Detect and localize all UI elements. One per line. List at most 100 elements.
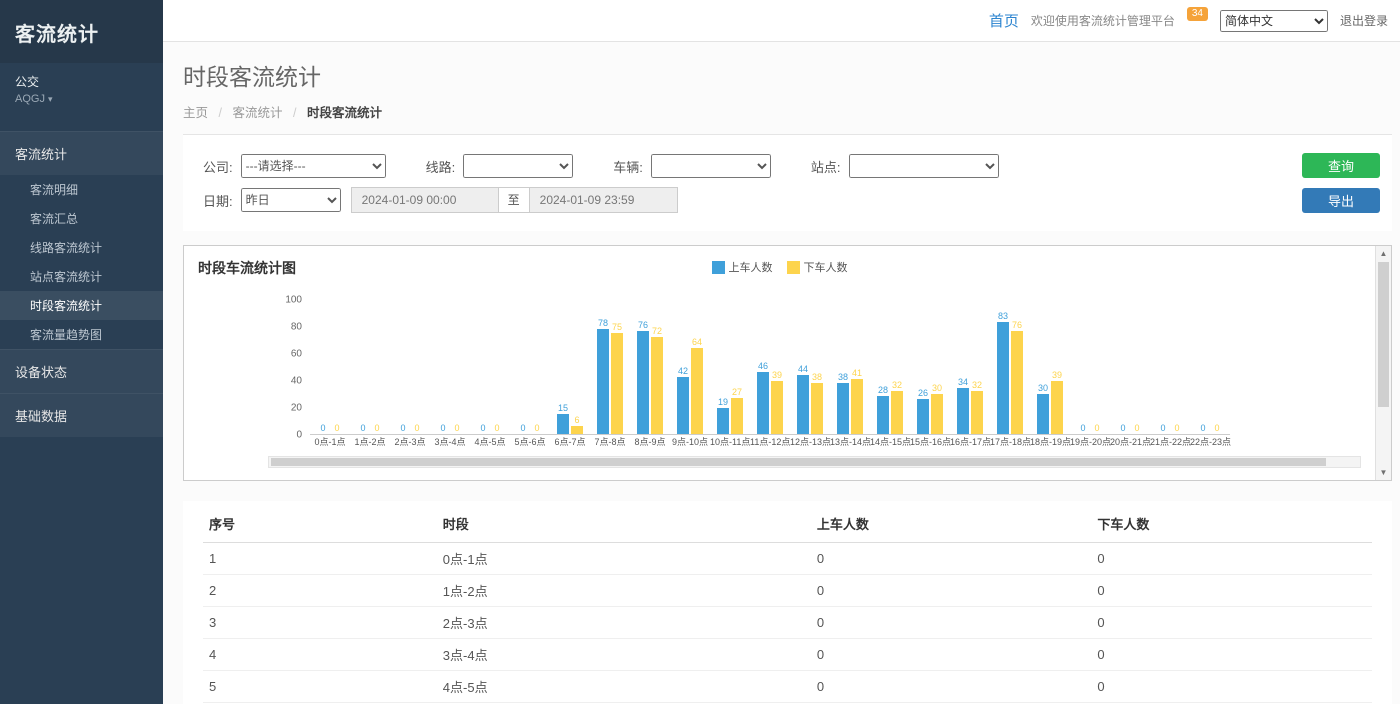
- notification-badge[interactable]: 34: [1187, 7, 1208, 21]
- chart-horizontal-scrollbar[interactable]: [268, 456, 1361, 468]
- legend-item-1[interactable]: 下车人数: [787, 259, 848, 275]
- legend-item-0[interactable]: 上车人数: [712, 259, 773, 275]
- bar[interactable]: 39: [1051, 300, 1064, 434]
- table-cell: 0点-1点: [437, 543, 811, 575]
- sidebar-section-1[interactable]: 设备状态: [0, 349, 163, 393]
- date-end-input[interactable]: [530, 187, 678, 213]
- bar[interactable]: 0: [1197, 300, 1210, 434]
- org-selector[interactable]: AQGJ▾: [15, 93, 148, 105]
- bar[interactable]: 0: [1131, 300, 1144, 434]
- bar-group-11: 4639: [750, 300, 790, 434]
- bar[interactable]: 44: [797, 300, 810, 434]
- bar-rect: [971, 391, 983, 434]
- sidebar-item-0-3[interactable]: 站点客流统计: [0, 262, 163, 291]
- scroll-up-icon[interactable]: ▲: [1376, 249, 1391, 258]
- x-axis-labels: 0点-1点1点-2点2点-3点3点-4点4点-5点5点-6点6点-7点7点-8点…: [310, 435, 1230, 450]
- bar-group-14: 2832: [870, 300, 910, 434]
- bar[interactable]: 76: [1011, 300, 1024, 434]
- bar[interactable]: 0: [1171, 300, 1184, 434]
- bar[interactable]: 0: [371, 300, 384, 434]
- bar[interactable]: 75: [611, 300, 624, 434]
- bar[interactable]: 30: [1037, 300, 1050, 434]
- y-axis: 020406080100: [268, 300, 310, 435]
- bar[interactable]: 0: [1077, 300, 1090, 434]
- bar-group-13: 3841: [830, 300, 870, 434]
- topbar: 首页 欢迎使用客流统计管理平台 34 简体中文 退出登录: [163, 0, 1400, 42]
- bar-rect: [771, 381, 783, 434]
- bar-rect: [997, 322, 1009, 434]
- sidebar-item-0-0[interactable]: 客流明细: [0, 175, 163, 204]
- query-button[interactable]: 查询: [1302, 153, 1380, 178]
- bar-rect: [637, 331, 649, 434]
- sidebar-item-0-2[interactable]: 线路客流统计: [0, 233, 163, 262]
- bar[interactable]: 26: [917, 300, 930, 434]
- language-select[interactable]: 简体中文: [1220, 10, 1328, 32]
- bar-group-10: 1927: [710, 300, 750, 434]
- bar[interactable]: 64: [691, 300, 704, 434]
- station-select[interactable]: [849, 154, 999, 178]
- x-axis-label: 5点-6点: [510, 435, 550, 450]
- line-select[interactable]: [463, 154, 573, 178]
- bar-value-label: 19: [718, 397, 728, 408]
- bar[interactable]: 83: [997, 300, 1010, 434]
- bar[interactable]: 0: [317, 300, 330, 434]
- date-preset-select[interactable]: 昨日: [241, 188, 341, 212]
- bar[interactable]: 0: [517, 300, 530, 434]
- sidebar-section-0[interactable]: 客流统计: [0, 131, 163, 175]
- bar[interactable]: 30: [931, 300, 944, 434]
- bar[interactable]: 0: [1091, 300, 1104, 434]
- breadcrumb-passenger-stats[interactable]: 客流统计: [232, 106, 282, 120]
- bar[interactable]: 41: [851, 300, 864, 434]
- sidebar-item-0-1[interactable]: 客流汇总: [0, 204, 163, 233]
- horizontal-scroll-thumb[interactable]: [271, 458, 1326, 466]
- bar[interactable]: 0: [477, 300, 490, 434]
- x-axis-label: 18点-19点: [1030, 435, 1070, 450]
- home-link[interactable]: 首页: [989, 10, 1019, 31]
- bar-rect: [677, 377, 689, 434]
- breadcrumb-home[interactable]: 主页: [183, 106, 208, 120]
- bar-group-2: 00: [390, 300, 430, 434]
- bar[interactable]: 0: [411, 300, 424, 434]
- bar[interactable]: 32: [971, 300, 984, 434]
- sidebar-section-2[interactable]: 基础数据: [0, 393, 163, 437]
- vertical-scroll-thumb[interactable]: [1378, 262, 1389, 407]
- bar[interactable]: 6: [571, 300, 584, 434]
- bar[interactable]: 15: [557, 300, 570, 434]
- bar[interactable]: 19: [717, 300, 730, 434]
- bar-value-label: 0: [534, 423, 539, 434]
- vehicle-select[interactable]: [651, 154, 771, 178]
- bar-group-6: 156: [550, 300, 590, 434]
- bar[interactable]: 0: [357, 300, 370, 434]
- bar[interactable]: 46: [757, 300, 770, 434]
- bar[interactable]: 0: [331, 300, 344, 434]
- bar[interactable]: 0: [397, 300, 410, 434]
- logout-link[interactable]: 退出登录: [1340, 12, 1388, 29]
- bar[interactable]: 76: [637, 300, 650, 434]
- export-button[interactable]: 导出: [1302, 188, 1380, 213]
- bar[interactable]: 0: [437, 300, 450, 434]
- bar[interactable]: 0: [1117, 300, 1130, 434]
- bar[interactable]: 0: [1157, 300, 1170, 434]
- sidebar-item-0-5[interactable]: 客流量趋势图: [0, 320, 163, 349]
- scroll-down-icon[interactable]: ▼: [1376, 468, 1391, 477]
- bar[interactable]: 38: [811, 300, 824, 434]
- date-start-input[interactable]: [351, 187, 499, 213]
- bar[interactable]: 78: [597, 300, 610, 434]
- bar[interactable]: 0: [451, 300, 464, 434]
- bar[interactable]: 0: [1211, 300, 1224, 434]
- bar[interactable]: 32: [891, 300, 904, 434]
- bar[interactable]: 39: [771, 300, 784, 434]
- sidebar-menu: 客流统计客流明细客流汇总线路客流统计站点客流统计时段客流统计客流量趋势图设备状态…: [0, 131, 163, 437]
- chart-vertical-scrollbar[interactable]: ▲ ▼: [1375, 246, 1391, 480]
- bar[interactable]: 0: [531, 300, 544, 434]
- bar[interactable]: 0: [491, 300, 504, 434]
- company-select[interactable]: ---请选择---: [241, 154, 386, 178]
- bar[interactable]: 34: [957, 300, 970, 434]
- bar[interactable]: 27: [731, 300, 744, 434]
- bar[interactable]: 38: [837, 300, 850, 434]
- table-row-3: 43点-4点00: [203, 639, 1372, 671]
- bar[interactable]: 42: [677, 300, 690, 434]
- bar[interactable]: 28: [877, 300, 890, 434]
- bar[interactable]: 72: [651, 300, 664, 434]
- sidebar-item-0-4[interactable]: 时段客流统计: [0, 291, 163, 320]
